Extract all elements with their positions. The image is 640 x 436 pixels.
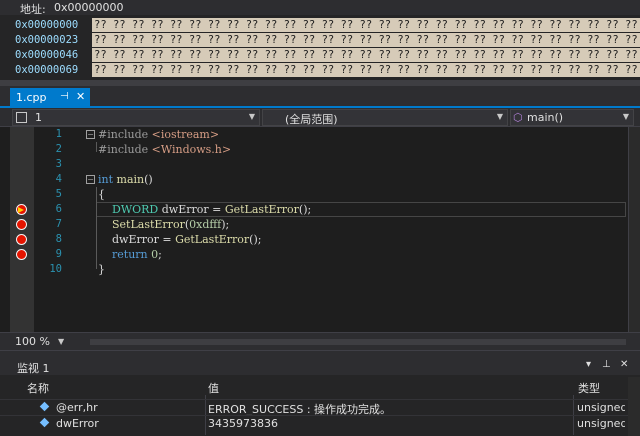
breakpoint-current-icon[interactable] — [16, 204, 27, 215]
watch-column-header: 名称 值 类型 — [0, 377, 640, 395]
editor-status-bar: 100 % ▼ — [0, 332, 640, 350]
code-line: 10 } — [0, 262, 628, 277]
code-text: { — [98, 188, 105, 201]
code-line: 2 #include <Windows.h> — [0, 142, 628, 157]
memory-row: 0x00000046 ?? ?? ?? ?? ?? ?? ?? ?? ?? ??… — [0, 48, 640, 63]
line-number: 4 — [55, 173, 62, 185]
close-icon[interactable]: ✕ — [76, 90, 85, 103]
navigation-bar: 1 ▼ (全局范围) ▼ ⬡ main() ▼ — [0, 108, 640, 127]
chevron-down-icon: ▼ — [496, 112, 503, 121]
function-icon: ⬡ — [513, 111, 523, 124]
line-number: 8 — [55, 233, 62, 245]
memory-row: 0x00000069 ?? ?? ?? ?? ?? ?? ?? ?? ?? ??… — [0, 63, 640, 78]
line-number: 3 — [55, 158, 62, 170]
line-number: 5 — [55, 188, 62, 200]
code-text: dwError = GetLastError(); — [98, 233, 262, 246]
column-header-type[interactable]: 类型 — [578, 380, 600, 396]
memory-row-address: 0x00000023 — [15, 34, 79, 46]
memory-row: 0x00000023 ?? ?? ?? ?? ?? ?? ?? ?? ?? ??… — [0, 33, 640, 48]
memory-row-bytes[interactable]: ?? ?? ?? ?? ?? ?? ?? ?? ?? ?? ?? ?? ?? ?… — [92, 33, 640, 47]
watch-name[interactable]: dwError — [56, 417, 99, 430]
watch-title: 监视 1 — [17, 362, 50, 375]
dropdown-arrow-icon[interactable]: ▾ — [586, 359, 591, 370]
watch-type: unsigned — [577, 417, 625, 430]
watch-row[interactable]: dwError 3435973836 unsigned — [0, 415, 640, 431]
project-dropdown[interactable]: 1 ▼ — [12, 109, 260, 126]
column-header-value[interactable]: 值 — [208, 380, 219, 396]
code-line: 6 DWORD dwError = GetLastError(); — [0, 202, 628, 217]
watch-row[interactable]: @err,hr ERROR_SUCCESS : 操作成功完成。 unsigned — [0, 399, 640, 416]
watch-name[interactable]: @err,hr — [56, 401, 98, 414]
line-number: 9 — [55, 248, 62, 260]
code-editor[interactable]: 1 − #include <iostream> 2 #include <Wind… — [0, 127, 640, 332]
code-line: 7 SetLastError(0xdfff); — [0, 217, 628, 232]
scope-dropdown[interactable]: (全局范围) ▼ — [262, 109, 508, 126]
line-number: 7 — [55, 218, 62, 230]
editor-vertical-scrollbar[interactable] — [628, 127, 640, 332]
fold-collapse-icon[interactable]: − — [86, 130, 95, 139]
address-label: 地址: — [20, 3, 46, 16]
memory-row: 0x00000000 ?? ?? ?? ?? ?? ?? ?? ?? ?? ??… — [0, 18, 640, 33]
memory-row-bytes[interactable]: ?? ?? ?? ?? ?? ?? ?? ?? ?? ?? ?? ?? ?? ?… — [92, 18, 640, 32]
code-text: SetLastError(0xdfff); — [112, 218, 230, 231]
variable-icon — [39, 417, 50, 428]
code-text: } — [98, 263, 105, 276]
code-text: DWORD dwError = GetLastError(); — [112, 203, 312, 216]
code-text: return 0; — [112, 248, 162, 261]
pin-icon[interactable]: ⊣ — [60, 91, 69, 102]
line-number: 1 — [55, 128, 62, 140]
line-number: 10 — [49, 263, 62, 275]
project-icon — [16, 112, 27, 123]
code-line: 4 − int main() — [0, 172, 628, 187]
code-text: #include <Windows.h> — [98, 143, 232, 156]
line-number: 6 — [55, 203, 62, 215]
memory-window: 地址: 0x00000000 0x00000000 ?? ?? ?? ?? ??… — [0, 0, 640, 86]
tab-label: 1.cpp — [16, 91, 47, 104]
memory-row-address: 0x00000046 — [15, 49, 79, 61]
code-line: 3 — [0, 157, 628, 172]
code-text: int main() — [98, 173, 153, 186]
line-number: 2 — [55, 143, 62, 155]
code-text: #include <iostream> — [98, 128, 220, 141]
member-dropdown[interactable]: ⬡ main() ▼ — [510, 109, 634, 126]
zoom-level[interactable]: 100 % — [15, 335, 50, 348]
code-line: 1 − #include <iostream> — [0, 127, 628, 142]
document-tab-strip: 1.cpp ⊣ ✕ — [0, 86, 640, 108]
breakpoint-icon[interactable] — [16, 219, 27, 230]
code-line: 9 return 0; — [0, 247, 628, 262]
watch-window: 监视 1 ▾ ⊥ ✕ 名称 值 类型 @err,hr ERROR_SUCCESS… — [0, 350, 640, 436]
memory-row-bytes[interactable]: ?? ?? ?? ?? ?? ?? ?? ?? ?? ?? ?? ?? ?? ?… — [92, 63, 640, 77]
breakpoint-icon[interactable] — [16, 234, 27, 245]
pin-icon[interactable]: ⊥ — [602, 359, 611, 370]
memory-row-address: 0x00000069 — [15, 64, 79, 76]
watch-value[interactable]: 3435973836 — [208, 417, 278, 430]
tab-1-cpp[interactable]: 1.cpp ⊣ ✕ — [10, 88, 90, 108]
watch-vertical-scrollbar[interactable] — [628, 377, 640, 436]
watch-title-bar: 监视 1 ▾ ⊥ ✕ — [0, 351, 640, 375]
breakpoint-icon[interactable] — [16, 249, 27, 260]
code-line: 5 { — [0, 187, 628, 202]
memory-address-bar: 地址: 0x00000000 — [0, 0, 640, 16]
column-header-name[interactable]: 名称 — [27, 380, 49, 396]
close-icon[interactable]: ✕ — [620, 359, 628, 370]
memory-row-address: 0x00000000 — [15, 19, 79, 31]
editor-horizontal-scrollbar[interactable] — [90, 339, 626, 345]
chevron-down-icon: ▼ — [248, 112, 255, 121]
chevron-down-icon: ▼ — [622, 112, 629, 121]
scope-dropdown-value: (全局范围) — [285, 113, 338, 126]
fold-collapse-icon[interactable]: − — [86, 175, 95, 184]
project-dropdown-value: 1 — [35, 111, 42, 124]
memory-row-bytes[interactable]: ?? ?? ?? ?? ?? ?? ?? ?? ?? ?? ?? ?? ?? ?… — [92, 48, 640, 62]
chevron-down-icon[interactable]: ▼ — [58, 337, 64, 346]
member-dropdown-value: main() — [527, 111, 564, 124]
code-line: 8 dwError = GetLastError(); — [0, 232, 628, 247]
address-input[interactable]: 0x00000000 — [54, 1, 124, 14]
watch-type: unsigned — [577, 401, 625, 414]
variable-icon — [39, 401, 50, 412]
